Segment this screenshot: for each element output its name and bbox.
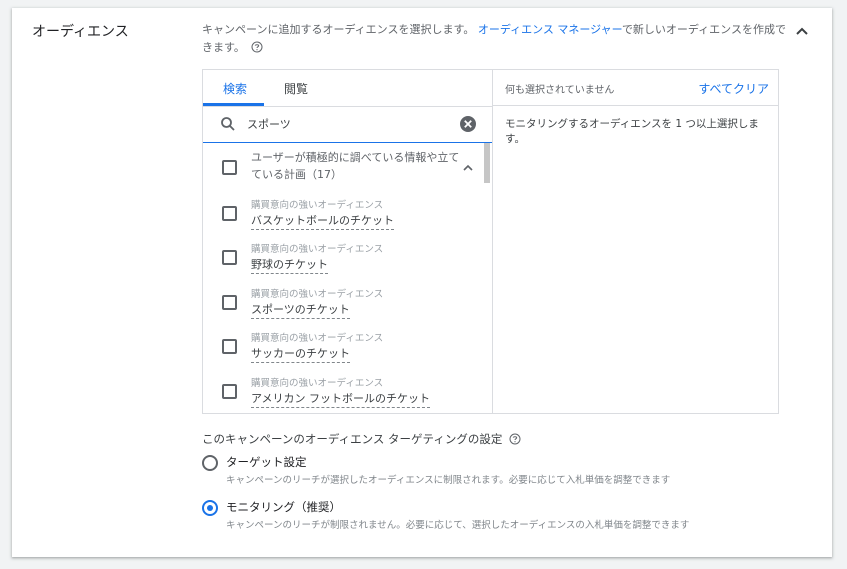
item-name[interactable]: スポーツのチケット (251, 301, 350, 319)
item-checkbox[interactable] (222, 384, 237, 399)
item-category: 購買意向の強いオーディエンス (251, 200, 384, 211)
item-category: 購買意向の強いオーディエンス (251, 378, 384, 389)
item-checkbox[interactable] (222, 206, 237, 221)
chevron-up-icon (796, 27, 808, 35)
targeting-radio[interactable] (202, 455, 218, 471)
clear-search-icon[interactable] (459, 115, 477, 133)
search-row (203, 106, 492, 143)
help-icon[interactable] (251, 41, 263, 59)
clear-all-button[interactable]: すべてクリア (698, 80, 769, 97)
targeting-setting-title: このキャンペーンのオーディエンス ターゲティングの設定 (202, 431, 521, 448)
audience-section-card: オーディエンス キャンペーンに追加するオーディエンスを選択します。 オーディエン… (12, 8, 832, 557)
selection-hint: モニタリングするオーディエンスを 1 つ以上選択します。 (505, 118, 759, 145)
item-category: 購買意向の強いオーディエンス (251, 289, 384, 300)
search-input[interactable] (247, 115, 447, 133)
item-checkbox[interactable] (222, 339, 237, 354)
targeting-title-text: このキャンペーンのオーディエンス ターゲティングの設定 (202, 432, 503, 446)
observation-radio[interactable] (202, 500, 218, 516)
divider (493, 105, 778, 106)
list-item[interactable]: 購買意向の強いオーディエンス サッカーのチケット (203, 330, 483, 374)
targeting-option-label[interactable]: ターゲット設定 (226, 454, 307, 470)
scrollbar-thumb[interactable] (484, 143, 490, 183)
targeting-option-description: キャンペーンのリーチが選択したオーディエンスに制限されます。必要に応じて入札単価… (226, 475, 671, 486)
help-icon[interactable] (509, 433, 521, 448)
audience-manager-link[interactable]: オーディエンス マネージャー (478, 23, 622, 36)
section-description: キャンペーンに追加するオーディエンスを選択します。 オーディエンス マネージャー… (202, 21, 792, 59)
tab-search[interactable]: 検索 (223, 80, 247, 97)
list-item[interactable]: 購買意向の強いオーディエンス 野球のチケット (203, 241, 483, 285)
selected-audiences-pane: 何も選択されていません すべてクリア モニタリングするオーディエンスを 1 つ以… (493, 70, 778, 413)
group-checkbox[interactable] (222, 160, 237, 175)
list-item[interactable]: 購買意向の強いオーディエンス スポーツのチケット (203, 286, 483, 330)
observation-option-description: キャンペーンのリーチが制限されません。必要に応じて、選択したオーディエンスの入札… (226, 520, 690, 531)
observation-option-label[interactable]: モニタリング（推奨） (226, 499, 341, 515)
list-item[interactable]: 購買意向の強いオーディエンス アメリカン フットボールのチケット (203, 375, 483, 413)
picker-tabs: 検索 閲覧 (203, 70, 492, 107)
tab-browse[interactable]: 閲覧 (284, 80, 308, 97)
audience-search-pane: 検索 閲覧 ユーザーが積極的に調べている情報や立てている計画（17） (203, 70, 493, 413)
collapse-button[interactable] (792, 23, 812, 39)
item-name[interactable]: バスケットボールのチケット (251, 212, 394, 230)
item-category: 購買意向の強いオーディエンス (251, 333, 384, 344)
group-label: ユーザーが積極的に調べている情報や立てている計画（17） (251, 151, 460, 181)
description-text: キャンペーンに追加するオーディエンスを選択します。 (202, 23, 475, 36)
section-title: オーディエンス (32, 24, 129, 40)
chevron-up-icon[interactable] (462, 163, 474, 173)
audience-picker: 検索 閲覧 ユーザーが積極的に調べている情報や立てている計画（17） (202, 69, 779, 414)
item-category: 購買意向の強いオーディエンス (251, 244, 384, 255)
item-checkbox[interactable] (222, 295, 237, 310)
none-selected-text: 何も選択されていません (505, 85, 615, 96)
item-checkbox[interactable] (222, 250, 237, 265)
audience-results-list: ユーザーが積極的に調べている情報や立てている計画（17） 購買意向の強いオーディ… (203, 143, 492, 413)
search-icon (221, 117, 235, 131)
item-name[interactable]: サッカーのチケット (251, 345, 350, 363)
item-name[interactable]: 野球のチケット (251, 256, 328, 274)
list-item[interactable]: 購買意向の強いオーディエンス バスケットボールのチケット (203, 197, 483, 241)
item-name[interactable]: アメリカン フットボールのチケット (251, 390, 430, 408)
